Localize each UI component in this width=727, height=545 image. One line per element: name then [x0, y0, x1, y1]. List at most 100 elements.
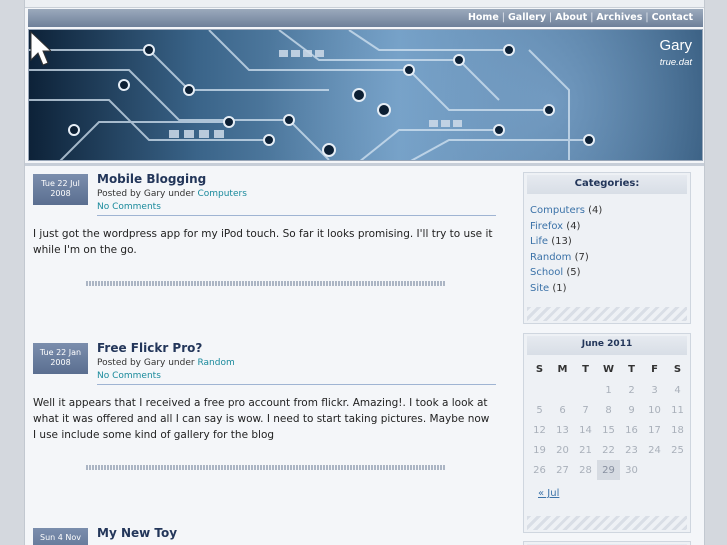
calendar-widget: June 2011 S M T W T F S 1 2 3 4 5 6 7 8 … — [523, 333, 691, 533]
sidebar-widget-next — [523, 541, 691, 545]
calendar-day: 7 — [582, 404, 589, 416]
weekday-label: M — [557, 363, 568, 375]
calendar-day: 28 — [579, 464, 592, 476]
nav-separator: | — [501, 12, 505, 23]
post-date-badge: Tue 22 Jan 2008 — [33, 343, 88, 374]
page-container: Home | Gallery | About | Archives | Contact — [24, 0, 705, 545]
nav-archives[interactable]: Archives — [596, 12, 642, 23]
category-link-life[interactable]: Life — [530, 236, 548, 247]
category-link-firefox[interactable]: Firefox — [530, 221, 563, 232]
category-count: (4) — [566, 220, 581, 232]
category-item: Random (7) — [530, 250, 602, 266]
calendar-week-row: 19 20 21 22 23 24 25 — [528, 440, 689, 460]
calendar-day — [551, 380, 574, 400]
post-date-year: 2008 — [50, 358, 71, 367]
weekday-label: T — [582, 363, 589, 375]
calendar-prev-link[interactable]: « Jul — [538, 488, 559, 499]
nav-separator: | — [590, 12, 594, 23]
post-category-link[interactable]: Computers — [197, 189, 246, 199]
calendar-day: 8 — [605, 404, 612, 416]
calendar-day — [643, 460, 666, 480]
calendar-week-row: 1 2 3 4 — [528, 380, 689, 400]
top-navigation: Home | Gallery | About | Archives | Contact — [28, 9, 703, 27]
weekday-label: F — [651, 363, 658, 375]
calendar-day: 19 — [533, 444, 546, 456]
circuit-board-image — [29, 30, 595, 160]
header-banner: Gary true.dat — [28, 29, 703, 161]
calendar-day — [574, 380, 597, 400]
nav-gallery[interactable]: Gallery — [508, 12, 546, 23]
weekday-label: T — [628, 363, 635, 375]
calendar-day: 10 — [648, 404, 661, 416]
category-count: (13) — [551, 236, 572, 247]
calendar-day: 11 — [671, 404, 684, 416]
post-title-underline — [97, 384, 496, 385]
calendar-day: 13 — [556, 424, 569, 436]
post-date-badge: Tue 22 Jul 2008 — [33, 174, 88, 205]
post-separator — [86, 465, 446, 470]
post-comments-link[interactable]: No Comments — [97, 371, 161, 381]
calendar-day: 14 — [579, 424, 592, 436]
calendar-day: 2 — [628, 384, 635, 396]
post: Tue 22 Jul 2008 Mobile Blogging Posted b… — [28, 172, 505, 332]
calendar-day: 12 — [533, 424, 546, 436]
post-comments-link[interactable]: No Comments — [97, 202, 161, 212]
category-count: (7) — [574, 251, 589, 263]
category-link-computers[interactable]: Computers — [530, 205, 585, 216]
calendar-day: 25 — [671, 444, 684, 456]
calendar-grid: S M T W T F S 1 2 3 4 5 6 7 8 9 10 11 12… — [528, 358, 689, 480]
calendar-week-row: 26 27 28 29 30 — [528, 460, 689, 480]
calendar-week-row: 5 6 7 8 9 10 11 — [528, 400, 689, 420]
category-count: (5) — [566, 267, 581, 278]
calendar-day: 18 — [671, 424, 684, 436]
category-item: Site (1) — [530, 281, 602, 297]
nav-about[interactable]: About — [555, 12, 587, 23]
post-title[interactable]: My New Toy — [97, 526, 177, 540]
category-link-school[interactable]: School — [530, 267, 563, 278]
post-date-year: 2008 — [50, 189, 71, 198]
calendar-day: 5 — [536, 404, 543, 416]
calendar-day: 6 — [559, 404, 566, 416]
weekday-label: S — [535, 363, 544, 375]
category-count: (1) — [552, 282, 567, 294]
widget-footer-pattern — [527, 516, 687, 530]
calendar-day: 9 — [628, 404, 635, 416]
nav-home[interactable]: Home — [468, 12, 499, 23]
categories-widget: Categories: Computers (4) Firefox (4) Li… — [523, 172, 691, 324]
calendar-day: 4 — [674, 384, 681, 396]
weekday-label: S — [673, 363, 682, 375]
post-title-underline — [97, 215, 496, 216]
calendar-day — [666, 460, 689, 480]
widget-footer-pattern — [527, 307, 687, 321]
categories-list: Computers (4) Firefox (4) Life (13) Rand… — [530, 203, 602, 296]
calendar-day: 20 — [556, 444, 569, 456]
calendar-day: 22 — [602, 444, 615, 456]
calendar-day: 17 — [648, 424, 661, 436]
post-date-day: Tue 22 Jan — [39, 348, 82, 357]
calendar-day: 21 — [579, 444, 592, 456]
site-description: true.dat — [659, 57, 692, 68]
weekday-label: W — [602, 363, 615, 375]
calendar-day: 3 — [651, 384, 658, 396]
post-separator — [86, 281, 446, 286]
calendar-day: 1 — [605, 384, 612, 396]
calendar-week-row: 12 13 14 15 16 17 18 — [528, 420, 689, 440]
post-title[interactable]: Mobile Blogging — [97, 172, 206, 186]
cursor-arrow-icon — [30, 30, 51, 66]
category-item: Life (13) — [530, 234, 602, 250]
calendar-day: 16 — [625, 424, 638, 436]
category-link-site[interactable]: Site — [530, 283, 549, 294]
post-date-day: Sun 4 Nov — [39, 533, 81, 542]
post-title[interactable]: Free Flickr Pro? — [97, 341, 202, 355]
post-category-link[interactable]: Random — [197, 358, 234, 368]
category-item: Computers (4) — [530, 203, 602, 219]
post-body: Well it appears that I received a free p… — [33, 397, 490, 441]
calendar-day — [528, 380, 551, 400]
nav-contact[interactable]: Contact — [652, 12, 693, 23]
categories-heading: Categories: — [527, 175, 687, 194]
category-link-random[interactable]: Random — [530, 252, 571, 263]
main-content: Tue 22 Jul 2008 Mobile Blogging Posted b… — [28, 168, 505, 545]
header-divider — [25, 163, 704, 166]
calendar-day: 26 — [533, 464, 546, 476]
site-title[interactable]: Gary — [659, 37, 692, 54]
